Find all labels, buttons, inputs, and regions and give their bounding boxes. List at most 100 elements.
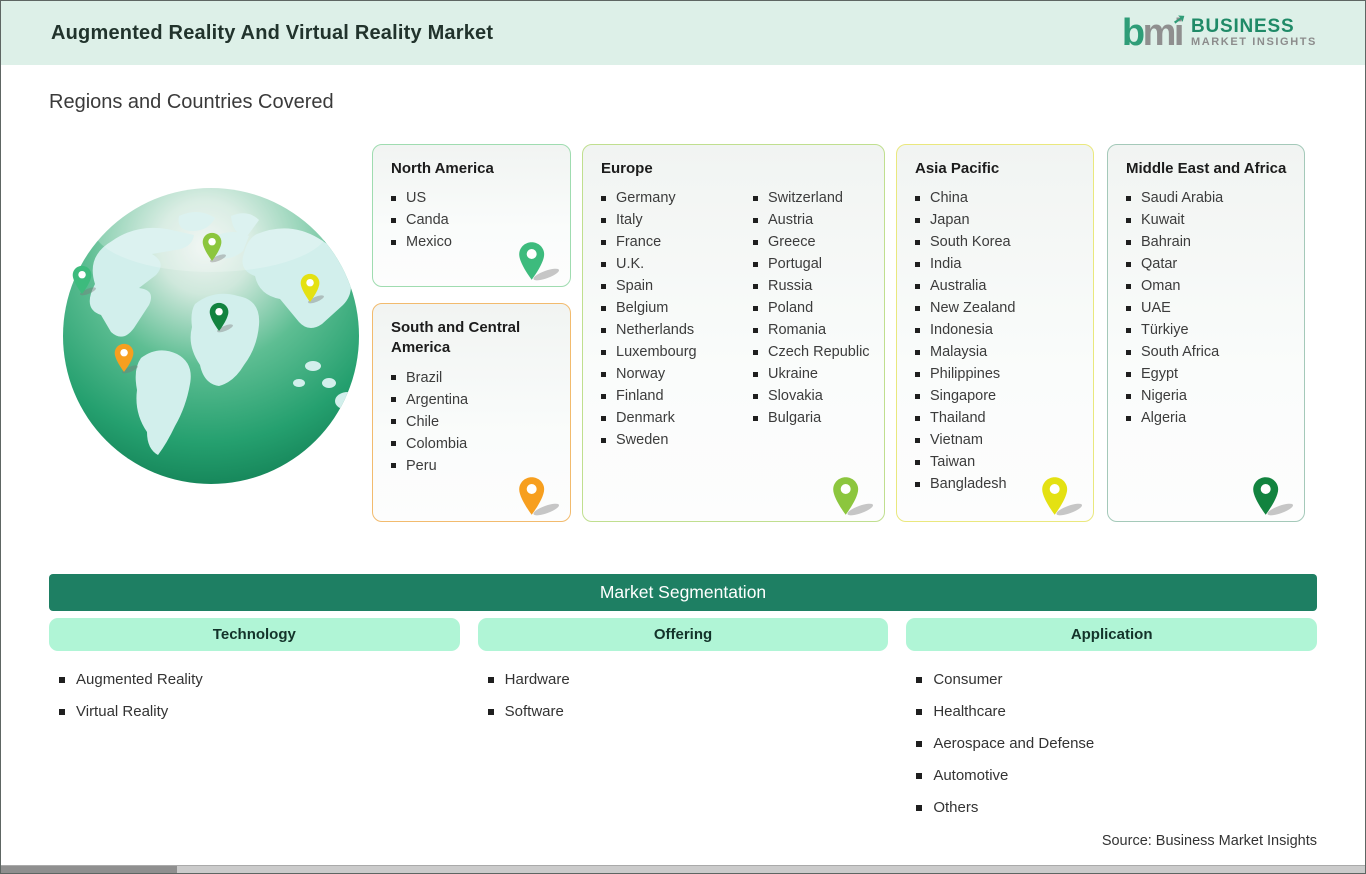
country-list: Switzerland Austria Greece Portugal Russia Po… [751, 187, 870, 451]
country-list: Germany Italy France U.K. Spain Belgium Nether… [599, 187, 751, 451]
country-list: Saudi Arabia Kuwait Bahrain Qatar Oman UAE Tür… [1124, 187, 1290, 429]
segment-item-list: Consumer Healthcare Aerospace and Defense A… [916, 671, 1317, 817]
list-item: Denmark [599, 407, 751, 429]
list-item: Canda [389, 209, 556, 231]
list-item: Singapore [913, 385, 1079, 407]
list-item: China [913, 187, 1079, 209]
region-title: North America [391, 160, 494, 177]
segment-column-offering: Offering Hardware Software [477, 618, 889, 831]
list-item: Consumer [916, 671, 1317, 689]
list-item: Oman [1124, 275, 1290, 297]
list-item: Chile [389, 411, 556, 433]
list-item: Thailand [913, 407, 1079, 429]
list-item: Egypt [1124, 363, 1290, 385]
list-item: Automotive [916, 767, 1317, 785]
segmentation-grid: Technology Augmented Reality Virtual Real… [49, 618, 1317, 831]
regions-section: North America US Canda Mexico South and Ce… [1, 138, 1365, 556]
region-title: South and Central America [391, 319, 521, 357]
list-item: Argentina [389, 389, 556, 411]
list-item: Czech Republic [751, 341, 870, 363]
list-item: Others [916, 799, 1317, 817]
list-item: France [599, 231, 751, 253]
list-item: India [913, 253, 1079, 275]
list-item: Finland [599, 385, 751, 407]
list-item: Hardware [487, 671, 889, 689]
list-item: Saudi Arabia [1124, 187, 1290, 209]
bmi-logo: bmi ➚ BUSINESS MARKET INSIGHTS [1121, 10, 1317, 54]
location-pin-icon [519, 477, 560, 516]
list-item: Software [487, 703, 889, 721]
list-item: Aerospace and Defense [916, 735, 1317, 753]
list-item: Germany [599, 187, 751, 209]
country-list: China Japan South Korea India Australia New Z… [913, 187, 1079, 495]
list-item: Philippines [913, 363, 1079, 385]
list-item: Austria [751, 209, 870, 231]
list-item: Vietnam [913, 429, 1079, 451]
list-item: Indonesia [913, 319, 1079, 341]
market-segmentation-banner: Market Segmentation [49, 574, 1317, 611]
segment-item-list: Augmented Reality Virtual Reality [59, 671, 460, 721]
list-item: Spain [599, 275, 751, 297]
list-item: US [389, 187, 556, 209]
region-card-europe: Europe Germany Italy France U.K. Spain Belgiu… [582, 144, 885, 522]
segment-item-list: Hardware Software [487, 671, 889, 721]
region-title: Europe [601, 160, 653, 177]
logo-letter-b: b [1121, 12, 1145, 54]
list-item: U.K. [599, 253, 751, 275]
list-item: Slovakia [751, 385, 870, 407]
region-card-south-central-america: South and Central America Brazil Argentin… [372, 303, 571, 522]
source-attribution: Source: Business Market Insights [1101, 833, 1317, 849]
list-item: Sweden [599, 429, 751, 451]
location-pin-icon [1253, 477, 1294, 516]
list-item: New Zealand [913, 297, 1079, 319]
list-item: Russia [751, 275, 870, 297]
logo-business-label: BUSINESS [1190, 16, 1295, 38]
segment-header-application: Application [906, 618, 1317, 651]
segment-column-technology: Technology Augmented Reality Virtual Real… [49, 618, 460, 831]
list-item: Netherlands [599, 319, 751, 341]
list-item: Kuwait [1124, 209, 1290, 231]
list-item: Brazil [389, 367, 556, 389]
section-title: Regions and Countries Covered [49, 91, 334, 113]
list-item: Italy [599, 209, 751, 231]
scrollbar-thumb[interactable] [1, 866, 177, 873]
bmi-logo-mark-icon: bmi ➚ [1121, 10, 1187, 54]
list-item: Augmented Reality [59, 671, 460, 689]
list-item: Nigeria [1124, 385, 1290, 407]
location-pin-icon [519, 242, 560, 281]
list-item: Healthcare [916, 703, 1317, 721]
list-item: Ukraine [751, 363, 870, 385]
europe-country-columns: Germany Italy France U.K. Spain Belgium Nether… [599, 187, 870, 451]
list-item: Virtual Reality [59, 703, 460, 721]
list-item: Australia [913, 275, 1079, 297]
globe-illustration [63, 186, 359, 484]
logo-text: BUSINESS MARKET INSIGHTS [1191, 17, 1317, 48]
region-card-middle-east-africa: Middle East and Africa Saudi Arabia Kuwai… [1107, 144, 1305, 522]
list-item: Japan [913, 209, 1079, 231]
list-item: Malaysia [913, 341, 1079, 363]
list-item: Greece [751, 231, 870, 253]
logo-market-insights-label: MARKET INSIGHTS [1190, 36, 1317, 49]
list-item: Taiwan [913, 451, 1079, 473]
location-pin-icon [1042, 477, 1083, 516]
list-item: Bulgaria [751, 407, 870, 429]
list-item: South Africa [1124, 341, 1290, 363]
horizontal-scrollbar[interactable] [1, 865, 1365, 873]
list-item: Bahrain [1124, 231, 1290, 253]
list-item: Algeria [1124, 407, 1290, 429]
region-title: Middle East and Africa [1126, 160, 1287, 177]
list-item: South Korea [913, 231, 1079, 253]
logo-arrow-icon: ➚ [1171, 10, 1188, 29]
page-title: Augmented Reality And Virtual Reality Ma… [51, 21, 494, 44]
region-card-north-america: North America US Canda Mexico [372, 144, 571, 287]
region-card-asia-pacific: Asia Pacific China Japan South Korea India A… [896, 144, 1094, 522]
region-title: Asia Pacific [915, 160, 1000, 177]
list-item: Switzerland [751, 187, 870, 209]
list-item: Luxembourg [599, 341, 751, 363]
header-bar: Augmented Reality And Virtual Reality Ma… [1, 1, 1365, 67]
list-item: Belgium [599, 297, 751, 319]
list-item: Qatar [1124, 253, 1290, 275]
country-list: Brazil Argentina Chile Colombia Peru [389, 367, 556, 477]
list-item: Romania [751, 319, 870, 341]
location-pin-icon [833, 477, 874, 516]
